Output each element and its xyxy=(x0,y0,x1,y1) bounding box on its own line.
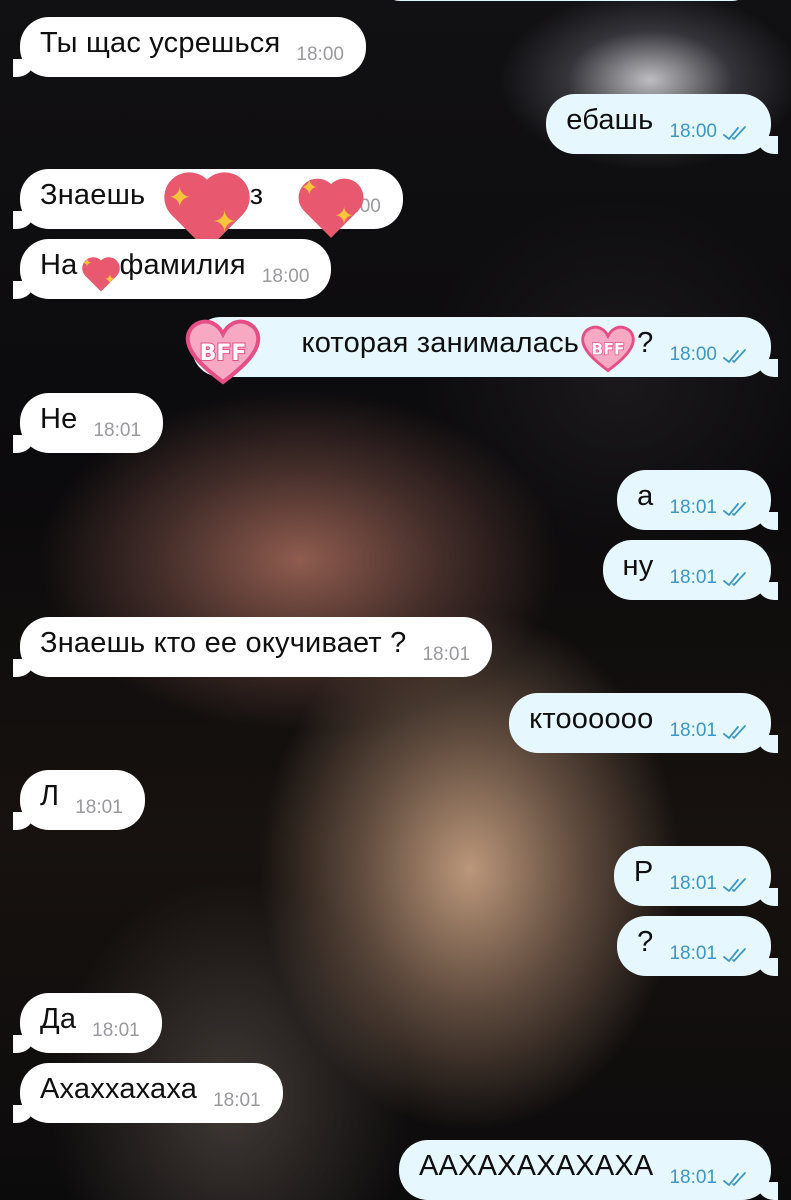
message-bubble-incoming[interactable]: Знаешь кто ее окучивает ? 18:01 xyxy=(12,617,493,677)
message-text: ну xyxy=(622,549,654,582)
message-bubble-outgoing[interactable]: ААХАХАХАХАХА 18:01 xyxy=(398,1140,779,1200)
message-bubble-outgoing[interactable]: Р 18:01 xyxy=(613,846,779,906)
message-time: 18:01 xyxy=(93,420,142,441)
message-text-after: из xyxy=(233,178,264,211)
read-double-check-icon xyxy=(721,501,751,517)
message-text: а xyxy=(637,479,654,512)
message-text: ктоооооо xyxy=(529,702,654,735)
message-time: 18:00 xyxy=(669,121,717,142)
message-text: Знаешь xyxy=(40,178,146,211)
bff-heart-icon: BFF xyxy=(184,318,262,386)
message-text: ? xyxy=(637,925,654,958)
message-time: 18:01 xyxy=(669,720,717,741)
bff-heart-icon: BFF xyxy=(580,324,636,374)
read-double-check-icon xyxy=(721,877,751,893)
message-bubble-incoming[interactable]: Ты щас усрешься 18:00 xyxy=(13,17,366,77)
message-bubble-incoming[interactable]: Ахаххахаха 18:01 xyxy=(13,1063,283,1123)
message-text-after: фамилия xyxy=(119,248,246,281)
message-bubble-outgoing[interactable]: а 18:01 xyxy=(617,470,778,530)
message-time: 18:00 xyxy=(296,44,344,65)
message-text: ААХАХАХАХАХА xyxy=(418,1149,654,1182)
message-bubble-outgoing[interactable]: ну 18:01 xyxy=(602,540,779,600)
message-bubble-outgoing[interactable]: которая занималась ? 18:00 xyxy=(191,317,779,377)
message-time: 18:01 xyxy=(669,943,717,964)
message-time: 18:01 xyxy=(92,1020,140,1041)
read-double-check-icon xyxy=(721,947,751,963)
read-double-check-icon xyxy=(721,1171,751,1187)
bff-label: BFF xyxy=(200,341,247,366)
message-text: Р xyxy=(633,855,654,888)
previous-message-bubble[interactable] xyxy=(380,0,752,1)
message-time: 18:01 xyxy=(422,644,471,665)
message-time: 18:01 xyxy=(669,873,717,894)
message-bubble-outgoing[interactable]: ебашь 18:00 xyxy=(546,94,778,154)
message-text: На xyxy=(40,248,78,281)
message-text-after: ? xyxy=(637,326,654,359)
message-time: 18:01 xyxy=(669,1167,717,1188)
message-bubble-incoming[interactable]: Да 18:01 xyxy=(13,993,162,1053)
message-text: Не xyxy=(40,402,78,435)
message-bubble-incoming[interactable]: Л 18:01 xyxy=(13,770,145,830)
message-time: 18:00 xyxy=(333,196,381,217)
message-time: 18:01 xyxy=(669,567,717,588)
message-time: 18:01 xyxy=(213,1090,261,1111)
message-bubble-incoming[interactable]: На фамилия 18:00 xyxy=(12,239,332,299)
message-text: ебашь xyxy=(566,103,654,136)
message-bubble-outgoing[interactable]: ? 18:01 xyxy=(617,916,778,976)
message-time: 18:00 xyxy=(669,344,717,365)
message-text: Знаешь кто ее окучивает ? xyxy=(40,626,407,659)
message-bubble-incoming[interactable]: Знаешь из 18:00 xyxy=(13,169,403,229)
message-text: Ахаххахаха xyxy=(40,1072,198,1105)
message-bubble-incoming[interactable]: Не 18:01 xyxy=(12,393,164,453)
message-time: 18:00 xyxy=(261,266,310,287)
message-bubble-outgoing[interactable]: ктоооооо 18:01 xyxy=(509,693,778,753)
message-list[interactable]: Ты щас усрешься 18:00 ебашь 18:00 Знаешь… xyxy=(0,0,791,1200)
message-time: 18:01 xyxy=(75,797,123,818)
read-double-check-icon xyxy=(721,724,751,740)
message-text: Л xyxy=(40,779,60,812)
message-text: Да xyxy=(40,1002,77,1035)
read-double-check-icon xyxy=(721,571,751,587)
bff-label: BFF xyxy=(591,340,625,359)
message-time: 18:01 xyxy=(669,497,717,518)
message-text: которая занималась xyxy=(301,326,580,359)
read-double-check-icon xyxy=(721,348,751,364)
read-double-check-icon xyxy=(721,125,751,141)
message-text: Ты щас усрешься xyxy=(40,26,281,59)
